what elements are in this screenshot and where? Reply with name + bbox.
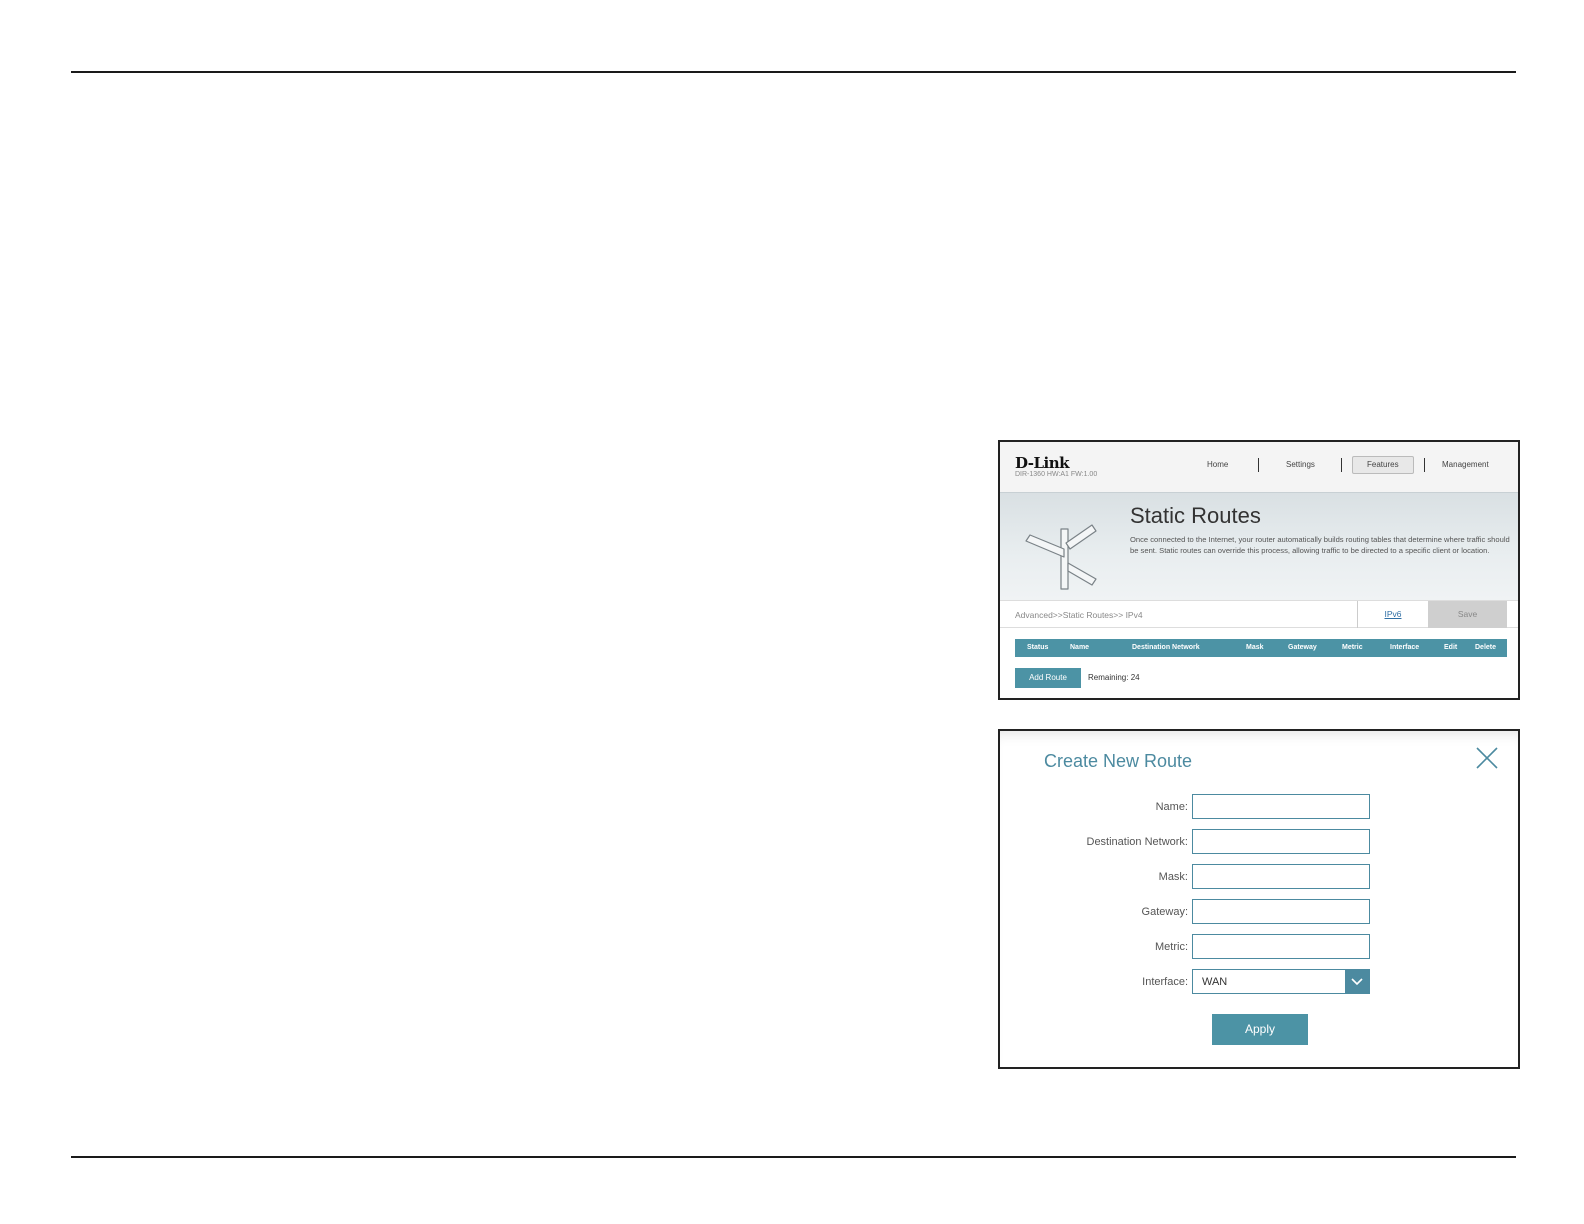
nav-settings[interactable]: Settings [1286,460,1315,469]
col-name: Name [1070,644,1090,651]
breadcrumb: Advanced>>Static Routes>> IPv4 [1015,610,1143,620]
router-header: D-Link DIR-1360 HW:A1 FW:1.00 Home Setti… [1000,442,1518,492]
model-info: DIR-1360 HW:A1 FW:1.00 [1015,471,1098,478]
remaining-count: Remaining: 24 [1088,673,1140,682]
nav-divider [1258,458,1259,472]
nav-divider [1424,458,1425,472]
close-icon[interactable] [1474,745,1500,771]
breadcrumb-bar: Advanced>>Static Routes>> IPv4 IPv6 Save [1000,600,1518,628]
page-description: Once connected to the Internet, your rou… [1130,535,1510,555]
chevron-down-icon[interactable] [1345,970,1369,993]
col-edit: Edit [1444,644,1458,651]
name-label: Name: [1155,801,1188,813]
col-gateway: Gateway [1288,644,1317,651]
dialog-title: Create New Route [1044,751,1193,771]
create-route-dialog: Create New Route Name: Destination Netwo… [998,729,1520,1069]
mask-input[interactable] [1192,864,1370,889]
interface-label: Interface: [1142,976,1188,988]
col-destination-network: Destination Network [1132,644,1200,651]
destination-network-label: Destination Network: [1086,836,1189,848]
col-status: Status [1027,644,1049,651]
add-route-button[interactable]: Add Route [1015,668,1081,688]
page-banner: Static Routes Once connected to the Inte… [1000,492,1518,600]
nav-management[interactable]: Management [1442,460,1489,469]
col-metric: Metric [1342,644,1363,651]
col-mask: Mask [1246,644,1264,651]
nav-divider [1341,458,1342,472]
col-interface: Interface [1390,644,1420,651]
page-title: Static Routes [1130,503,1261,528]
metric-input[interactable] [1192,934,1370,959]
destination-network-input[interactable] [1192,829,1370,854]
col-delete: Delete [1475,644,1497,651]
metric-label: Metric: [1155,941,1188,953]
nav-features[interactable]: Features [1352,456,1414,474]
signpost-icon [1025,524,1097,590]
save-button[interactable]: Save [1428,601,1507,628]
page-bottom-rule [71,1156,1516,1158]
interface-select[interactable]: WAN [1192,969,1370,994]
mask-label: Mask: [1158,871,1188,883]
page-top-rule [71,71,1516,73]
static-routes-screenshot: D-Link DIR-1360 HW:A1 FW:1.00 Home Setti… [998,440,1520,700]
nav-home[interactable]: Home [1207,460,1228,469]
routes-table-header: Status Name Destination Network Mask Gat… [1015,639,1507,657]
name-input[interactable] [1192,794,1370,819]
ipv6-link[interactable]: IPv6 [1357,601,1428,628]
dlink-logo: D-Link [1015,454,1070,472]
gateway-label: Gateway: [1141,906,1188,918]
gateway-input[interactable] [1192,899,1370,924]
interface-selected-value: WAN [1202,976,1228,988]
apply-button[interactable]: Apply [1212,1014,1308,1045]
